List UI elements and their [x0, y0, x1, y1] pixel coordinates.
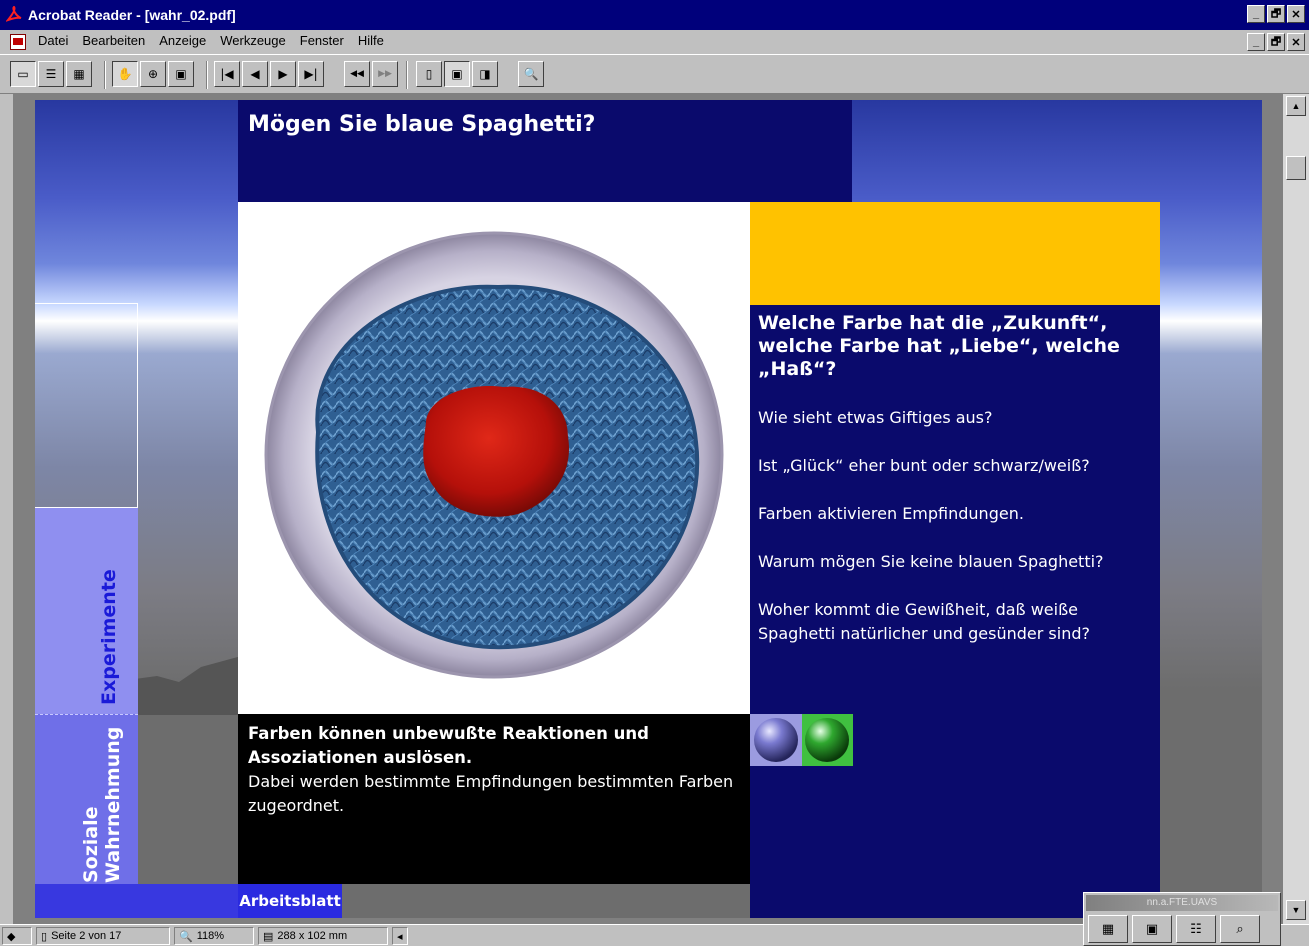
page-size-indicator[interactable]: ▤ 288 x 102 mm — [258, 927, 388, 945]
go-back-icon[interactable]: ◀◀ — [344, 61, 370, 87]
hand-tool-icon[interactable]: ✋ — [112, 61, 138, 87]
text-select-icon[interactable]: ▣ — [168, 61, 194, 87]
menu-bar: Datei Bearbeiten Anzeige Werkzeuge Fenst… — [0, 30, 1309, 54]
navigation-pane-edge[interactable] — [0, 94, 14, 924]
go-forward-icon[interactable]: ▶▶ — [372, 61, 398, 87]
mini-tool-two-icon[interactable]: ▣ — [1132, 915, 1172, 943]
zoom-icon: 🔍 — [179, 930, 193, 943]
caption-text: Dabei werden bestimmte Empfindungen best… — [248, 772, 734, 815]
acrobat-logo-icon — [6, 6, 22, 22]
zoom-tool-icon[interactable]: ⊕ — [140, 61, 166, 87]
bookmarks-icon[interactable]: ☰ — [38, 61, 64, 87]
mini-tool-three-icon[interactable]: ☷ — [1176, 915, 1216, 943]
worksheet-button[interactable]: Arbeitsblatt — [238, 884, 342, 918]
caption-bold: Farben können unbewußte Reaktionen und A… — [248, 724, 649, 767]
menu-fenster[interactable]: Fenster — [300, 33, 344, 48]
zoom-indicator[interactable]: 🔍 118% — [174, 927, 254, 945]
hscroll-left-icon[interactable]: ◂ — [392, 927, 408, 945]
menu-hilfe[interactable]: Hilfe — [358, 33, 384, 48]
pdf-page: Experimente Soziale Wahrnehmung Mögen Si… — [35, 100, 1262, 918]
last-page-icon[interactable]: ▶| — [298, 61, 324, 87]
previous-page-icon[interactable]: ◀ — [242, 61, 268, 87]
question-heading: Welche Farbe hat die „Zukunft“, welche F… — [758, 312, 1120, 380]
close-button[interactable]: ✕ — [1287, 5, 1305, 23]
vertical-scrollbar[interactable]: ▲ ▼ — [1283, 94, 1309, 924]
tab-experimente[interactable] — [35, 508, 138, 714]
find-icon[interactable]: 🔍 — [518, 61, 544, 87]
restore-button[interactable]: 🗗 — [1267, 5, 1285, 23]
doc-minimize-button[interactable]: _ — [1247, 33, 1265, 51]
page-only-icon[interactable]: ▭ — [10, 61, 36, 87]
question-item: Woher kommt die Gewißheit, daß weiße Spa… — [758, 600, 1090, 643]
scroll-thumb[interactable] — [1286, 156, 1306, 180]
scroll-up-icon[interactable]: ▲ — [1286, 96, 1306, 116]
document-icon[interactable] — [10, 34, 26, 50]
page-indicator[interactable]: ▯ Seite 2 von 17 — [36, 927, 170, 945]
actual-size-icon[interactable]: ▯ — [416, 61, 442, 87]
next-page-icon[interactable]: ▶ — [270, 61, 296, 87]
page-size-icon: ▤ — [263, 930, 274, 943]
doc-restore-button[interactable]: 🗗 — [1267, 33, 1285, 51]
menu-datei[interactable]: Datei — [38, 33, 68, 48]
tab-social-label: Soziale Wahrnehmung — [80, 727, 124, 883]
page-title: Mögen Sie blaue Spaghetti? — [248, 112, 596, 137]
toolbar: ▭ ☰ ▦ ✋ ⊕ ▣ |◀ ◀ ▶ ▶| ◀◀ ▶▶ ▯ ▣ ◨ 🔍 — [0, 54, 1309, 94]
question-item: Farben aktivieren Empfindungen. — [758, 504, 1024, 523]
page-navigate-icon[interactable]: ◆ — [2, 927, 32, 945]
first-page-icon[interactable]: |◀ — [214, 61, 240, 87]
left-frame-outline — [35, 303, 138, 508]
menu-bearbeiten[interactable]: Bearbeiten — [82, 33, 145, 48]
menu-anzeige[interactable]: Anzeige — [159, 33, 206, 48]
tab-social-label-line2: Wahrnehmung — [102, 726, 124, 883]
question-item: Ist „Glück“ eher bunt oder schwarz/weiß? — [758, 456, 1090, 475]
landscape-hills — [135, 655, 245, 715]
question-item: Warum mögen Sie keine blauen Spaghetti? — [758, 552, 1104, 571]
tab-social-label-line1: Soziale — [80, 806, 102, 883]
bottom-strip — [35, 884, 238, 918]
zoom-text: 118% — [196, 930, 225, 942]
scroll-down-icon[interactable]: ▼ — [1286, 900, 1306, 920]
menu-werkzeuge[interactable]: Werkzeuge — [220, 33, 286, 48]
orange-panel — [750, 202, 1160, 305]
window-title: Acrobat Reader - [wahr_02.pdf] — [28, 7, 236, 23]
floating-toolbar-window[interactable]: nn.a.FTE.UAVS ▦ ▣ ☷ ⌕ — [1083, 892, 1281, 946]
page-text: Seite 2 von 17 — [51, 930, 122, 942]
green-sphere-button[interactable] — [801, 714, 853, 766]
mini-window-title[interactable]: nn.a.FTE.UAVS — [1086, 895, 1278, 911]
tab-experimente-label: Experimente — [98, 569, 120, 705]
minimize-button[interactable]: _ — [1247, 5, 1265, 23]
green-sphere-icon — [805, 718, 850, 762]
mini-tool-one-icon[interactable]: ▦ — [1088, 915, 1128, 943]
spaghetti-photo — [238, 202, 750, 714]
sphere-buttons — [750, 714, 853, 766]
page-size-text: 288 x 102 mm — [277, 930, 348, 942]
blue-spaghetti-plate-image — [264, 231, 724, 679]
blue-sphere-icon — [753, 718, 798, 762]
fit-width-icon[interactable]: ◨ — [472, 61, 498, 87]
mini-tool-four-icon[interactable]: ⌕ — [1220, 915, 1260, 943]
thumbnails-icon[interactable]: ▦ — [66, 61, 92, 87]
fit-page-icon[interactable]: ▣ — [444, 61, 470, 87]
title-bar: Acrobat Reader - [wahr_02.pdf] _ 🗗 ✕ — [0, 0, 1309, 30]
blue-sphere-button[interactable] — [750, 714, 802, 766]
doc-close-button[interactable]: ✕ — [1287, 33, 1305, 51]
page-icon: ▯ — [41, 930, 48, 943]
question-item: Wie sieht etwas Giftiges aus? — [758, 408, 993, 427]
